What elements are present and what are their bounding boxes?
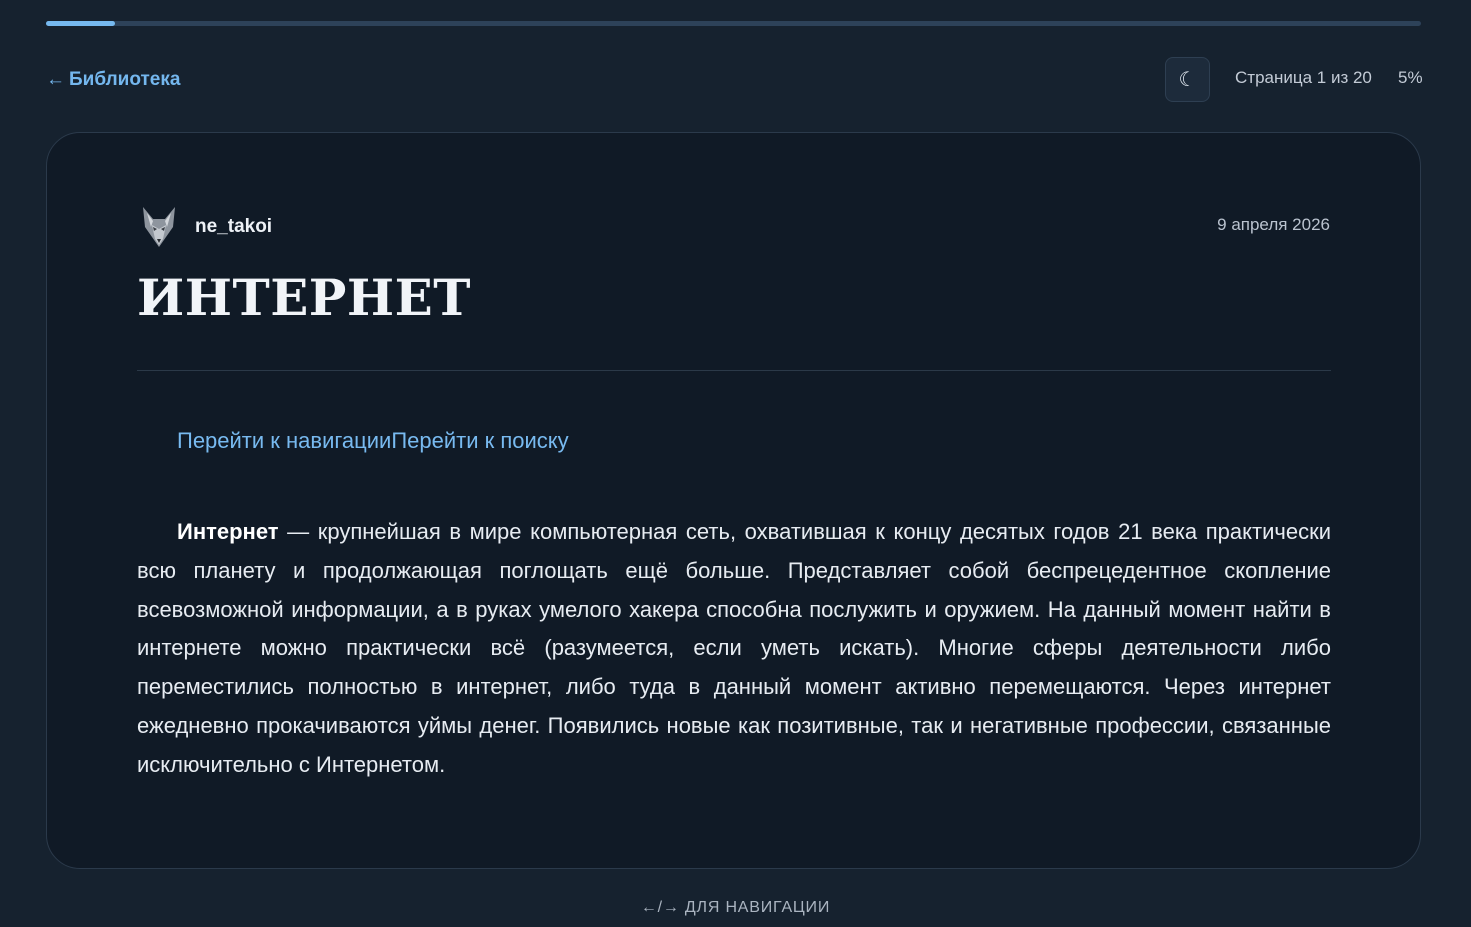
title-divider xyxy=(137,370,1331,371)
article-title: ИНТЕРНЕТ xyxy=(137,268,471,327)
skip-to-navigation-link[interactable]: Перейти к навигации xyxy=(177,428,391,453)
skip-links: Перейти к навигацииПерейти к поиску xyxy=(177,428,569,454)
article-card: ne_takoi 9 апреля 2026 ИНТЕРНЕТ Перейти … xyxy=(46,132,1421,869)
author-row: ne_takoi xyxy=(137,205,272,249)
article-paragraph: Интернет — крупнейшая в мире компьютерна… xyxy=(137,513,1331,785)
fox-avatar-icon xyxy=(137,205,181,249)
lead-term: Интернет xyxy=(177,519,279,544)
page-indicator: Страница 1 из 20 xyxy=(1235,68,1372,87)
skip-to-search-link[interactable]: Перейти к поиску xyxy=(391,428,568,453)
article-body: — крупнейшая в мире компьютерная сеть, о… xyxy=(137,519,1331,777)
keyboard-navigation-hint: ←/→ ДЛЯ НАВИГАЦИИ xyxy=(640,899,831,916)
reading-progress-fill xyxy=(46,21,115,26)
back-to-library-link[interactable]: ← Библиотека xyxy=(46,68,180,92)
back-link-label: Библиотека xyxy=(69,69,181,90)
publish-date: 9 апреля 2026 xyxy=(1217,215,1330,234)
theme-toggle-button[interactable]: ☾ xyxy=(1165,57,1210,102)
page-percent: 5% xyxy=(1398,68,1423,87)
moon-icon: ☾ xyxy=(1178,69,1197,91)
author-name[interactable]: ne_takoi xyxy=(195,216,272,238)
reading-progress-bar xyxy=(46,21,1421,26)
arrow-left-icon: ← xyxy=(46,69,65,90)
